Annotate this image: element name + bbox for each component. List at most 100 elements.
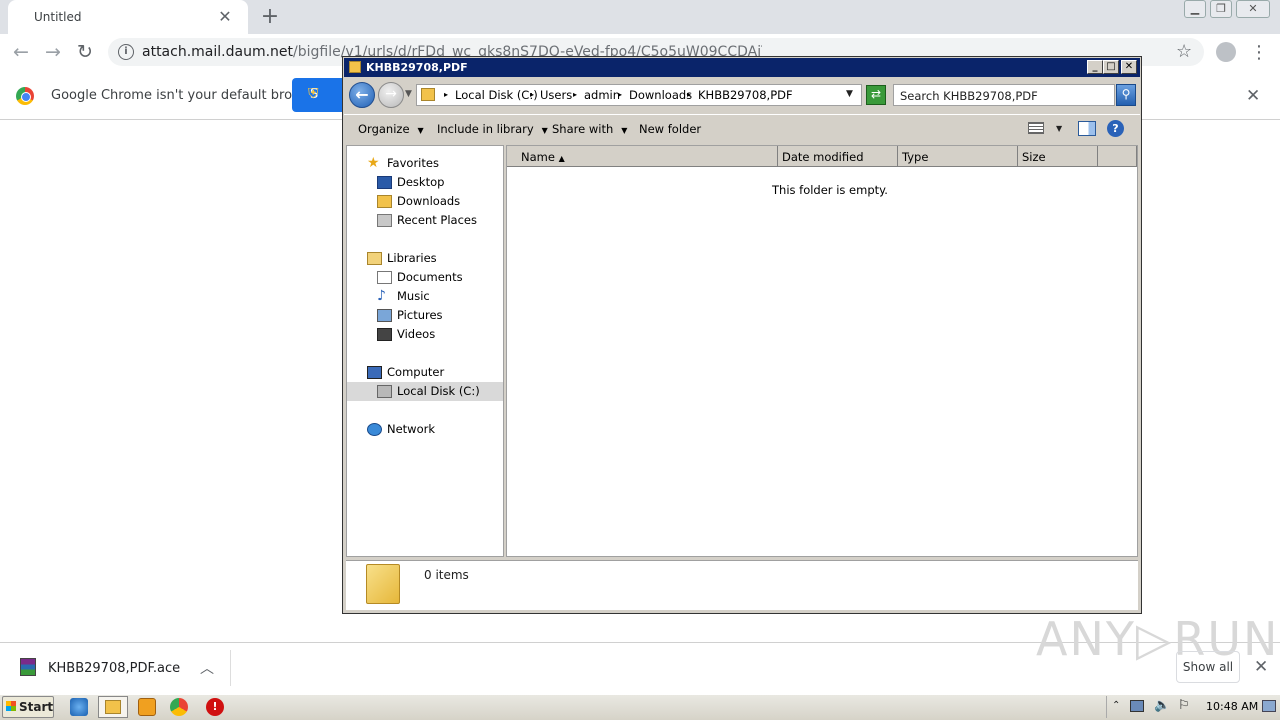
restore-icon[interactable]: ❐ [1210, 0, 1232, 18]
divider [230, 650, 231, 686]
music-note-icon: ♪ [377, 288, 386, 304]
nav-libraries[interactable]: Libraries [347, 249, 503, 268]
help-icon[interactable]: ? [1107, 120, 1124, 137]
column-header-type[interactable]: Type [898, 146, 1018, 167]
nav-documents[interactable]: Documents [347, 268, 503, 287]
chevron-right-icon[interactable]: ▸ [444, 90, 448, 99]
bookmark-star-icon[interactable]: ☆ [1176, 41, 1192, 62]
column-header-filler [1098, 146, 1137, 167]
nav-recent-label: Recent Places [397, 213, 477, 227]
taskbar-explorer-button[interactable] [98, 696, 128, 718]
documents-icon [377, 271, 392, 284]
empty-folder-message: This folder is empty. [772, 183, 888, 197]
kebab-menu-icon[interactable]: ⋮ [1250, 42, 1268, 63]
window-close-button[interactable]: ✕ [1121, 60, 1137, 74]
back-button[interactable]: ← [349, 82, 375, 108]
crumb-downloads[interactable]: Downloads [629, 88, 692, 102]
window-maximize-button[interactable]: □ [1103, 60, 1119, 74]
item-count: 0 items [424, 568, 469, 582]
preview-pane-icon[interactable] [1078, 121, 1096, 136]
window-title: KHBB29708,PDF [366, 61, 468, 74]
media-player-icon[interactable] [138, 698, 156, 716]
address-dropdown-icon[interactable]: ▼ [846, 89, 853, 99]
nav-local-disk-label: Local Disk (C:) [397, 384, 480, 398]
search-icon[interactable]: ⚲ [1116, 84, 1136, 106]
chevron-right-icon[interactable]: ▸ [618, 90, 622, 99]
network-tray-icon[interactable] [1130, 700, 1144, 712]
nav-network[interactable]: Network [347, 420, 503, 439]
download-file-name[interactable]: KHBB29708,PDF.ace [48, 661, 180, 676]
show-all-button[interactable]: Show all [1176, 651, 1240, 683]
column-header-name[interactable]: Name ▲ [507, 146, 778, 167]
windows-logo-icon [6, 701, 16, 711]
column-header-date-modified[interactable]: Date modified [778, 146, 898, 167]
desktop-icon [377, 176, 392, 189]
tray-expand-icon[interactable]: ⌃ [1112, 700, 1120, 711]
profile-avatar[interactable] [1216, 42, 1236, 62]
tab-close-icon[interactable]: ✕ [216, 7, 234, 26]
forward-arrow-icon[interactable]: → [40, 40, 66, 66]
infobar-message: Google Chrome isn't your default browser [51, 88, 323, 103]
taskbar [0, 694, 1280, 720]
volume-icon[interactable]: 🔈 [1154, 698, 1170, 713]
nav-pictures[interactable]: Pictures [347, 306, 503, 325]
search-input[interactable]: Search KHBB29708,PDF [893, 84, 1115, 106]
history-dropdown-icon[interactable]: ▼ [405, 89, 412, 99]
chevron-up-icon[interactable]: ︿ [200, 658, 214, 678]
refresh-icon[interactable]: ⇄ [866, 85, 886, 105]
nav-libraries-label: Libraries [387, 251, 437, 265]
column-header-size[interactable]: Size [1018, 146, 1098, 167]
nav-favorites[interactable]: ★ Favorites [347, 154, 503, 173]
dropdown-arrow-icon: ▼ [621, 126, 628, 135]
nav-downloads[interactable]: Downloads [347, 192, 503, 211]
download-shelf-close-icon[interactable]: ✕ [1254, 657, 1268, 677]
minimize-icon[interactable]: ▁ [1184, 0, 1206, 18]
window-minimize-button[interactable]: _ [1087, 60, 1103, 74]
file-list[interactable] [506, 145, 1138, 557]
nav-computer[interactable]: Computer [347, 363, 503, 382]
watermark-logo: ANY▷RUN [1036, 612, 1280, 666]
back-arrow-icon[interactable]: ← [8, 40, 34, 66]
crumb-admin[interactable]: admin [584, 88, 620, 102]
nav-videos[interactable]: Videos [347, 325, 503, 344]
chevron-right-icon[interactable]: ▸ [573, 90, 577, 99]
include-in-library-menu[interactable]: Include in library ▼ [437, 122, 548, 136]
internet-explorer-icon[interactable] [70, 698, 88, 716]
close-window-icon[interactable]: ✕ [1236, 0, 1270, 18]
action-center-flag-icon[interactable]: ⚐ [1178, 698, 1190, 713]
nav-downloads-label: Downloads [397, 194, 461, 208]
change-view-icon[interactable] [1028, 122, 1044, 134]
info-icon[interactable]: i [118, 44, 134, 60]
organize-menu[interactable]: Organize ▼ [358, 122, 424, 136]
nav-computer-label: Computer [387, 365, 445, 379]
folder-large-icon [366, 564, 400, 604]
crumb-current-folder[interactable]: KHBB29708,PDF [698, 88, 793, 102]
uac-shield-icon: ⛨ [308, 86, 319, 102]
winrar-archive-icon [20, 658, 36, 676]
url-host: attach.mail.daum.net [142, 44, 294, 60]
nav-documents-label: Documents [397, 270, 463, 284]
crumb-users[interactable]: Users [540, 88, 572, 102]
new-tab-icon[interactable]: + [258, 4, 282, 29]
share-with-menu[interactable]: Share with ▼ [552, 122, 627, 136]
view-dropdown-icon[interactable]: ▼ [1056, 124, 1062, 133]
chevron-right-icon[interactable]: ▸ [530, 90, 534, 99]
nav-local-disk-selected[interactable]: Local Disk (C:) [347, 382, 503, 401]
stop-icon[interactable]: ! [206, 698, 224, 716]
folder-icon [421, 88, 435, 101]
clock[interactable]: 10:48 AM [1206, 700, 1258, 713]
dropdown-arrow-icon: ▼ [541, 126, 548, 135]
nav-music[interactable]: ♪ Music [347, 287, 503, 306]
show-desktop-icon[interactable] [1262, 700, 1276, 712]
crumb-local-disk[interactable]: Local Disk (C:) [455, 88, 538, 102]
nav-recent-places[interactable]: Recent Places [347, 211, 503, 230]
nav-desktop-label: Desktop [397, 175, 445, 189]
reload-icon[interactable]: ↻ [72, 40, 98, 66]
chevron-right-icon[interactable]: ▸ [687, 90, 691, 99]
chrome-taskbar-icon[interactable] [170, 698, 188, 716]
forward-button[interactable]: → [378, 82, 404, 108]
new-folder-button[interactable]: New folder [639, 122, 701, 136]
recent-places-icon [377, 214, 392, 227]
infobar-close-icon[interactable]: ✕ [1246, 86, 1260, 106]
nav-desktop[interactable]: Desktop [347, 173, 503, 192]
